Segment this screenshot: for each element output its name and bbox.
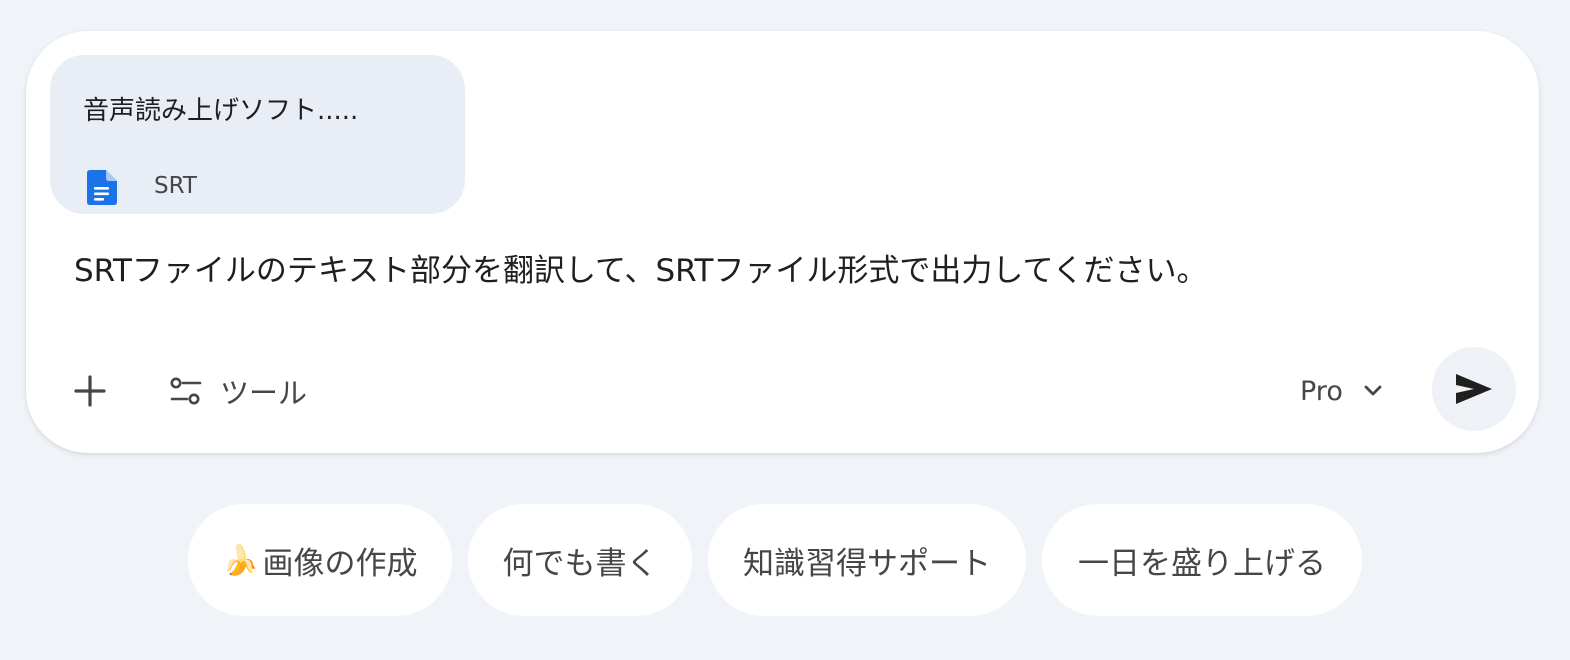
chip-write-anything[interactable]: 何でも書く: [468, 504, 692, 616]
chip-create-image[interactable]: 🍌 画像の作成: [188, 504, 452, 616]
chip-label: 何でも書く: [502, 545, 658, 582]
plus-icon: [74, 375, 106, 407]
attachment-type-label: SRT: [154, 173, 197, 199]
attachment-card[interactable]: 音声読み上げソフト..... SRT: [50, 55, 465, 214]
chip-label: 一日を盛り上げる: [1078, 545, 1326, 582]
chip-label: 画像の作成: [262, 545, 418, 582]
chip-learning-support[interactable]: 知識習得サポート: [708, 504, 1026, 616]
chip-brighten-day[interactable]: 一日を盛り上げる: [1042, 504, 1362, 616]
send-icon: [1456, 374, 1492, 404]
suggestion-chips: 🍌 画像の作成 何でも書く 知識習得サポート 一日を盛り上げる: [0, 504, 1570, 616]
add-button[interactable]: [62, 363, 118, 419]
attachment-name: 音声読み上げソフト.....: [83, 96, 359, 126]
model-label: Pro: [1300, 375, 1343, 407]
tune-icon: [170, 377, 202, 405]
model-selector[interactable]: Pro: [1288, 363, 1395, 419]
prompt-composer: 音声読み上げソフト..... SRT SRTファイルのテキスト部分を翻訳して、S…: [26, 31, 1539, 453]
banana-icon: 🍌: [222, 542, 259, 577]
prompt-input[interactable]: SRTファイルのテキスト部分を翻訳して、SRTファイル形式で出力してください。: [74, 253, 1208, 289]
chip-label: 知識習得サポート: [743, 545, 991, 582]
document-icon: [87, 170, 117, 205]
tools-label: ツール: [220, 376, 308, 410]
tools-button[interactable]: ツール: [158, 363, 319, 419]
send-button[interactable]: [1432, 347, 1516, 431]
chevron-down-icon: [1364, 385, 1382, 396]
